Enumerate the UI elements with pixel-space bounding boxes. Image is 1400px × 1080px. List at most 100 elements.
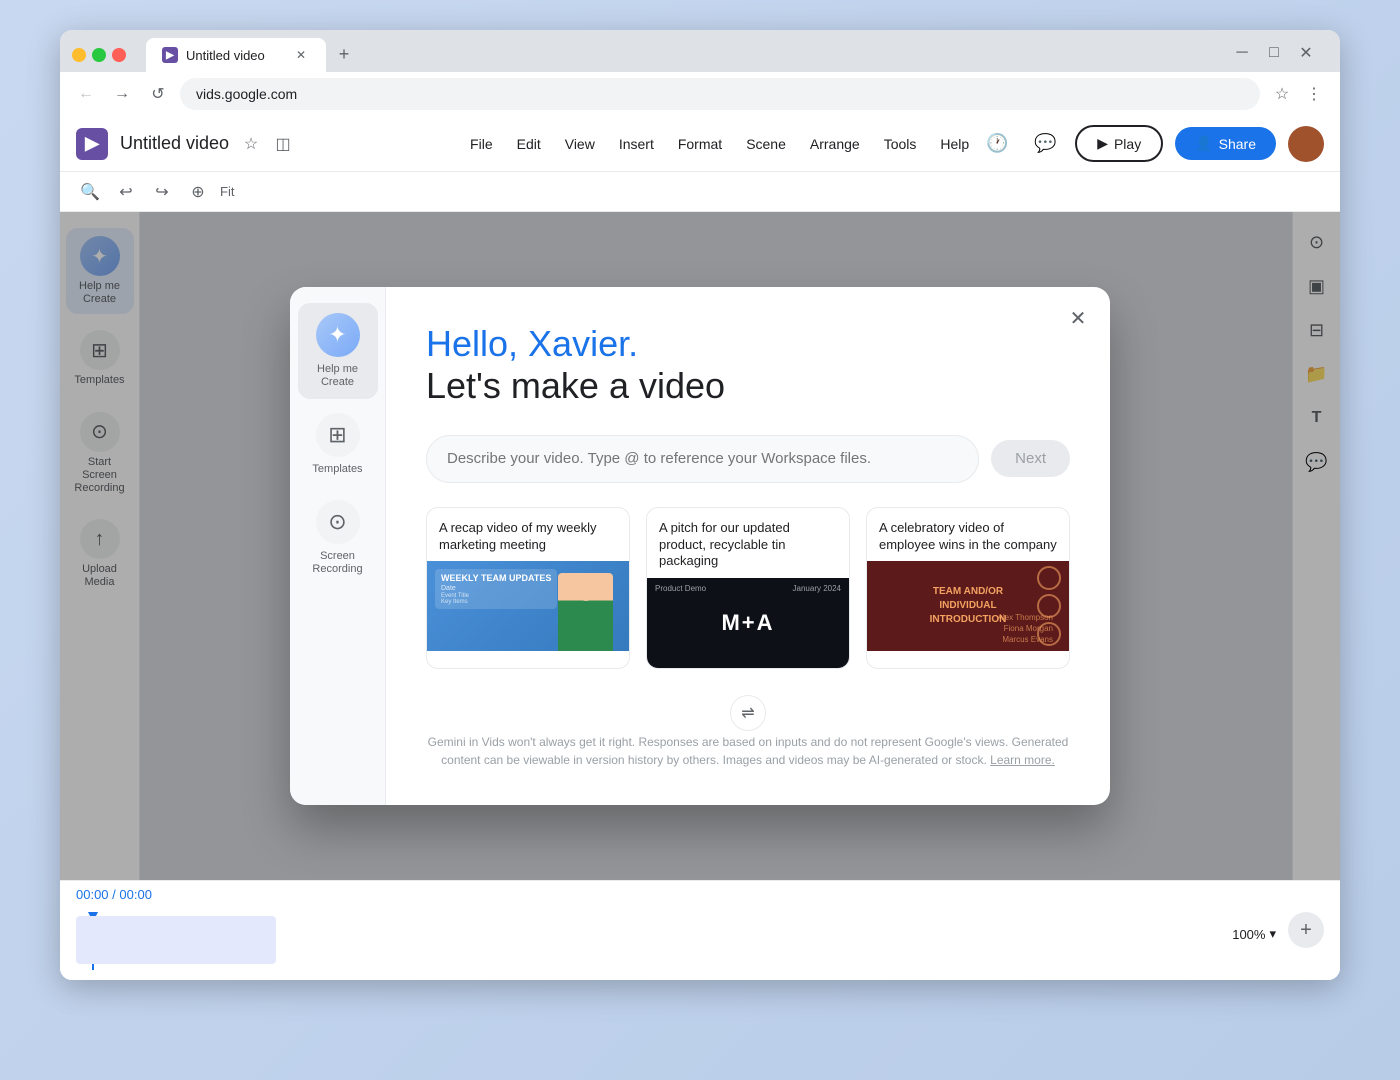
modal-help-create-icon: ✦ [316,313,360,357]
browser-menu-button[interactable]: ⋮ [1300,80,1328,108]
app-menu: File Edit View Insert Format Scene Arran… [460,130,979,158]
window-minimize-btn[interactable]: ─ [1228,39,1256,67]
close-button[interactable] [112,48,126,62]
play-icon: ▶ [1097,135,1108,152]
menu-tools[interactable]: Tools [874,130,927,158]
share-button[interactable]: 👤 Share [1175,127,1276,160]
redo-button[interactable]: ↪ [148,178,176,206]
add-scene-button[interactable]: + [1288,912,1324,948]
timeline-track[interactable] [60,908,1340,980]
product-card-art: Product Demo January 2024 M+A [647,578,849,668]
minimize-button[interactable] [72,48,86,62]
suggestion-card-weekly-meeting[interactable]: A recap video of my weekly marketing mee… [426,507,630,670]
nav-actions: ☆ ⋮ [1268,80,1328,108]
zoom-control[interactable]: 100% ▾ [1232,926,1276,942]
modal-sidebar: ✦ Help me Create ⊞ Templates ⊙ Screen Re… [290,287,386,806]
menu-arrange[interactable]: Arrange [800,130,870,158]
browser-window: ▶ Untitled video ✕ + ─ □ ✕ ← → ↺ [60,30,1340,980]
suggestion-weekly-image: WEEKLY TEAM UPDATES Date Event Title Key… [427,561,629,651]
reload-button[interactable]: ↺ [144,80,172,108]
search-toolbar-button[interactable]: 🔍 [76,178,104,206]
modal-templates-label: Templates [312,463,362,476]
address-bar[interactable]: vids.google.com [180,78,1260,110]
share-label: Share [1219,136,1256,152]
app-title-icons: ☆ ◫ [237,130,297,158]
play-label: Play [1114,136,1141,152]
share-icon: 👤 [1195,135,1212,152]
timeline-header: 00:00 / 00:00 [60,881,1340,908]
window-controls [72,48,126,62]
header-actions: 🕐 💬 ▶ Play 👤 Share [979,125,1324,162]
suggestions-wrapper: A recap video of my weekly marketing mee… [426,507,1070,714]
app-header: ▶ Untitled video ☆ ◫ File Edit View Inse… [60,116,1340,172]
bookmark-button[interactable]: ☆ [1268,80,1296,108]
menu-file[interactable]: File [460,130,503,158]
fit-label: Fit [220,184,234,199]
modal-input-row: Next [426,435,1070,483]
product-header: Product Demo January 2024 [647,584,849,593]
star-icon-button[interactable]: ☆ [237,130,265,158]
suggestion-card-employee-wins[interactable]: A celebratory video of employee wins in … [866,507,1070,670]
new-tab-button[interactable]: + [330,40,358,68]
back-button[interactable]: ← [72,80,100,108]
drive-icon-button[interactable]: ◫ [269,130,297,158]
modal-close-button[interactable]: ✕ [1062,303,1094,335]
video-description-input[interactable] [426,435,979,483]
suggestion-employee-title: A celebratory video of employee wins in … [867,508,1069,562]
suggestion-employee-image: TEAM AND/ORINDIVIDUALINTRODUCTION [867,561,1069,651]
tab-close-button[interactable]: ✕ [292,46,310,64]
modal-sidebar-templates[interactable]: ⊞ Templates [298,403,378,486]
modal-overlay[interactable]: ✦ Help me Create ⊞ Templates ⊙ Screen Re… [60,212,1340,880]
tab-title: Untitled video [186,48,284,63]
modal-greeting: Hello, Xavier. Let's make a video [426,323,1070,407]
tab-bar: ▶ Untitled video ✕ + [134,38,370,72]
modal-templates-icon: ⊞ [316,413,360,457]
app-toolbar: 🔍 ↩ ↪ ⊕ Fit [60,172,1340,212]
forward-button[interactable]: → [108,80,136,108]
modal-screen-recording-icon: ⊙ [316,500,360,544]
window-close-btn[interactable]: ✕ [1292,39,1320,67]
window-maximize-btn[interactable]: □ [1260,39,1288,67]
next-button[interactable]: Next [991,440,1070,477]
menu-scene[interactable]: Scene [736,130,796,158]
shuffle-button[interactable]: ⇌ [730,695,766,731]
suggestion-product-image: Product Demo January 2024 M+A [647,578,849,668]
suggestions-row: A recap video of my weekly marketing mee… [426,507,1070,670]
close-icon: ✕ [1070,306,1087,331]
add-icon: + [1300,919,1312,942]
menu-view[interactable]: View [555,130,605,158]
menu-edit[interactable]: Edit [507,130,551,158]
weekly-person-art [558,573,613,651]
active-tab[interactable]: ▶ Untitled video ✕ [146,38,326,72]
modal-hello-text: Hello, Xavier. [426,323,1070,365]
menu-help[interactable]: Help [930,130,979,158]
undo-button[interactable]: ↩ [112,178,140,206]
modal-screen-recording-label: Screen Recording [306,550,370,576]
shuffle-icon: ⇌ [741,703,754,723]
zoom-button[interactable]: ⊕ [184,178,212,206]
title-bar: ▶ Untitled video ✕ + ─ □ ✕ [60,30,1340,72]
nav-bar: ← → ↺ vids.google.com ☆ ⋮ [60,72,1340,116]
timeline-inner [76,916,1324,970]
current-time: 00:00 / 00:00 [76,887,152,902]
modal-sidebar-help-create[interactable]: ✦ Help me Create [298,303,378,399]
tab-favicon: ▶ [162,47,178,63]
app-title-area: Untitled video ☆ ◫ [120,130,460,158]
history-button[interactable]: 🕐 [979,126,1015,162]
timeline-bar [76,916,276,964]
modal-sidebar-screen-recording[interactable]: ⊙ Screen Recording [298,490,378,586]
user-avatar[interactable] [1288,126,1324,162]
comments-button[interactable]: 💬 [1027,126,1063,162]
play-button[interactable]: ▶ Play [1075,125,1163,162]
maximize-button[interactable] [92,48,106,62]
menu-format[interactable]: Format [668,130,732,158]
product-main-text: M+A [721,610,774,636]
learn-more-link[interactable]: Learn more. [990,753,1055,767]
employee-card-art: TEAM AND/ORINDIVIDUALINTRODUCTION [867,561,1069,651]
menu-insert[interactable]: Insert [609,130,664,158]
suggestion-weekly-title: A recap video of my weekly marketing mee… [427,508,629,562]
suggestion-card-product-pitch[interactable]: A pitch for our updated product, recycla… [646,507,850,670]
modal-main-content: ✕ Hello, Xavier. Let's make a video Next [386,287,1110,806]
app-title: Untitled video [120,133,229,154]
app-logo: ▶ [76,128,108,160]
